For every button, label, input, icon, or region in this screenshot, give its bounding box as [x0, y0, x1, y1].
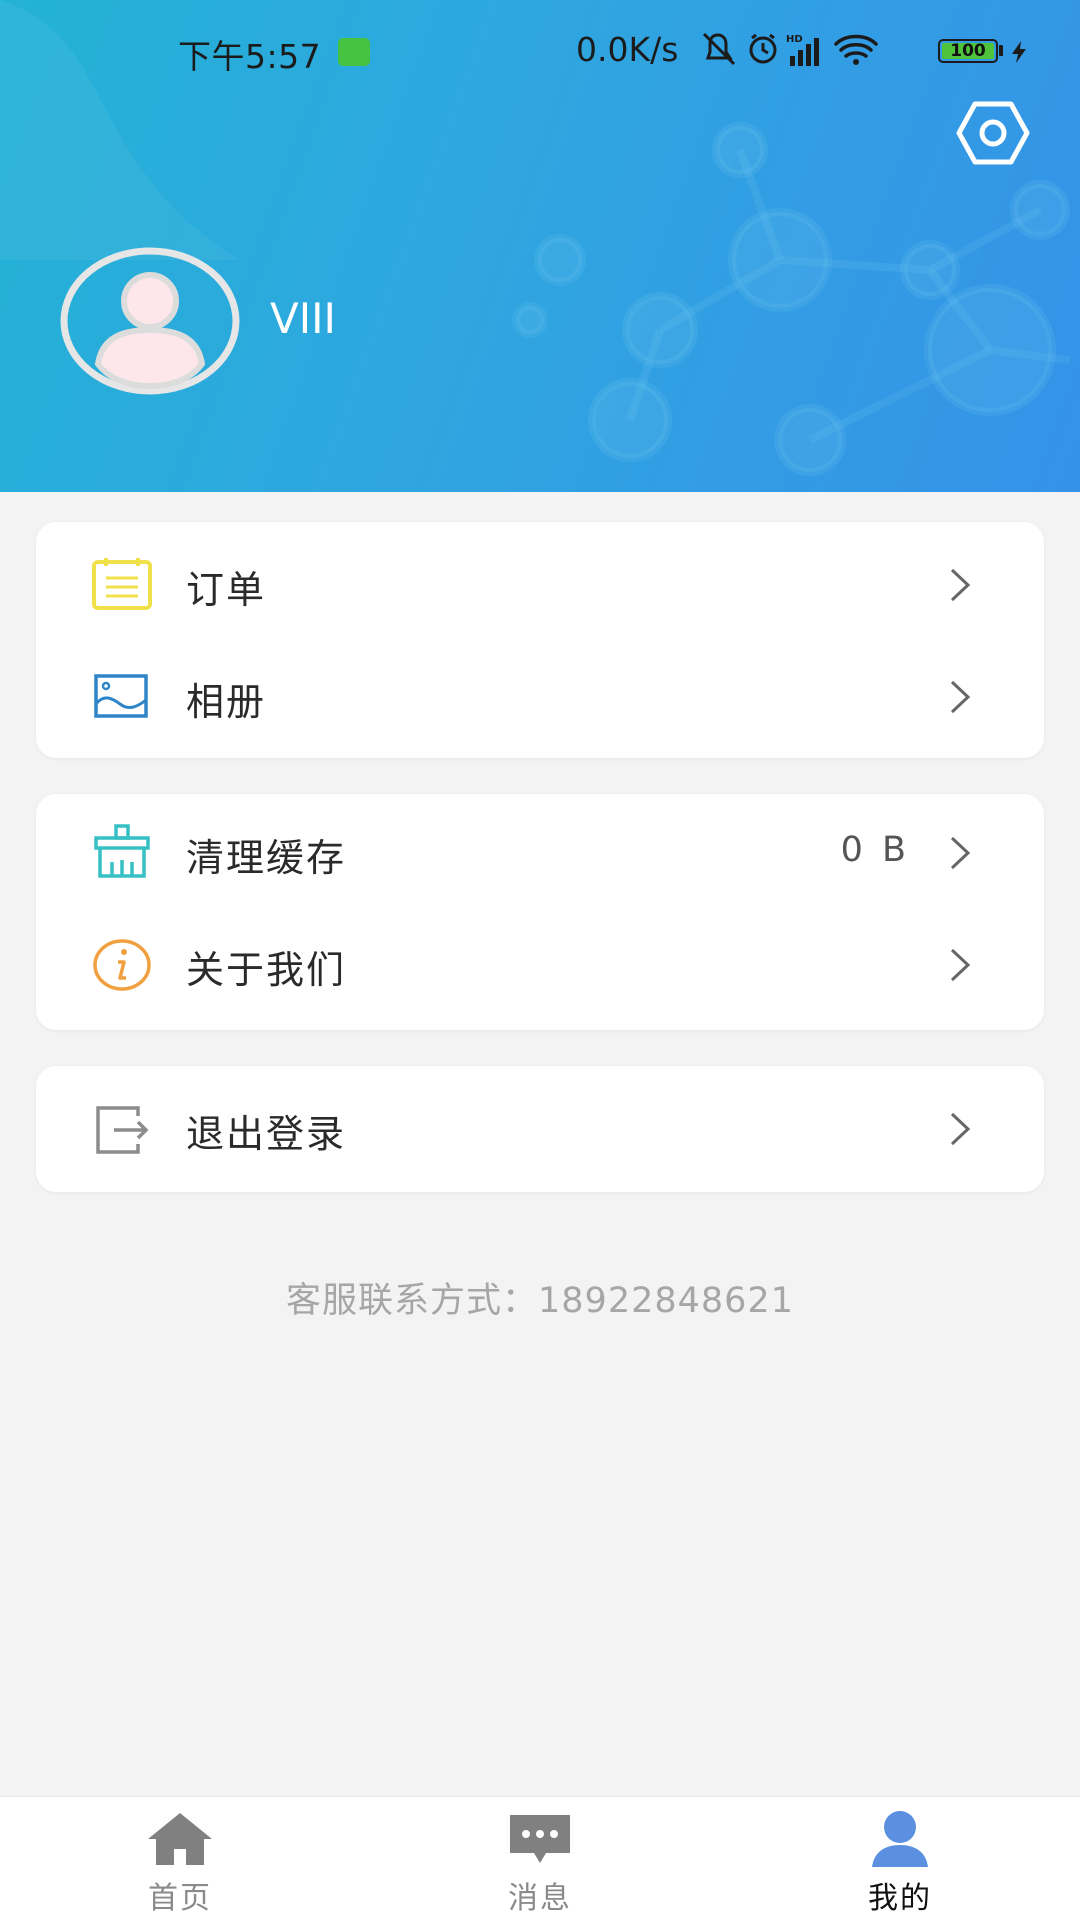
- tab-home[interactable]: 首页: [80, 1797, 280, 1921]
- customer-service-contact: 客服联系方式：18922848621: [286, 1281, 794, 1321]
- settings-hexagon-icon[interactable]: [955, 100, 1031, 166]
- battery-icon: 100: [938, 39, 998, 63]
- cache-size: 0 B: [840, 830, 910, 870]
- chevron-right-icon: [950, 568, 971, 602]
- menu-card-settings: 清理缓存 0 B 关于我们: [36, 794, 1044, 1030]
- chevron-right-icon: [950, 1112, 971, 1146]
- charging-icon: [1012, 41, 1026, 63]
- menu-card-orders: 订单 相册: [36, 522, 1044, 758]
- logout-icon: [96, 1106, 149, 1154]
- menu-item-label: 订单: [186, 568, 267, 612]
- status-bar: 下午5:57 0.0K/s HD 100: [0, 0, 1080, 100]
- tab-messages[interactable]: 消息: [440, 1797, 640, 1921]
- menu-item-label: 退出登录: [186, 1112, 347, 1156]
- menu-item-about-us[interactable]: 关于我们: [36, 908, 1044, 1020]
- status-indicator-icons: HD: [702, 32, 878, 66]
- tab-label: 我的: [868, 1881, 932, 1916]
- tab-label: 首页: [148, 1881, 212, 1916]
- username[interactable]: VIII: [270, 294, 336, 343]
- chevron-right-icon: [950, 948, 971, 982]
- network-speed: 0.0K/s: [576, 30, 679, 69]
- home-icon: [148, 1813, 212, 1865]
- app-notification-icon: [338, 38, 370, 66]
- photo-album-icon: [94, 674, 148, 718]
- menu-item-logout[interactable]: 退出登录: [36, 1072, 1044, 1184]
- broom-icon: [94, 824, 150, 878]
- battery-level: 100: [942, 43, 994, 60]
- menu-item-album[interactable]: 相册: [36, 640, 1044, 752]
- menu-item-label: 清理缓存: [186, 836, 347, 880]
- chevron-right-icon: [950, 836, 971, 870]
- tab-label: 消息: [508, 1881, 572, 1916]
- menu-item-orders[interactable]: 订单: [36, 528, 1044, 640]
- status-time: 下午5:57: [178, 37, 322, 76]
- menu-card-logout: 退出登录: [36, 1066, 1044, 1192]
- battery-cap: [999, 45, 1003, 56]
- menu-item-label: 关于我们: [186, 948, 347, 992]
- bottom-tab-bar: 首页 消息 我的: [0, 1796, 1080, 1921]
- tab-mine[interactable]: 我的: [800, 1797, 1000, 1921]
- menu-item-clear-cache[interactable]: 清理缓存 0 B: [36, 796, 1044, 908]
- info-icon: [93, 939, 151, 991]
- user-icon: [872, 1811, 928, 1867]
- svg-text:HD: HD: [786, 34, 803, 45]
- message-icon: [510, 1815, 570, 1863]
- order-list-icon: [92, 558, 152, 610]
- chevron-right-icon: [950, 680, 971, 714]
- avatar[interactable]: [58, 246, 242, 396]
- profile-header: 下午5:57 0.0K/s HD 100 VIII: [0, 0, 1080, 492]
- menu-item-label: 相册: [186, 680, 267, 724]
